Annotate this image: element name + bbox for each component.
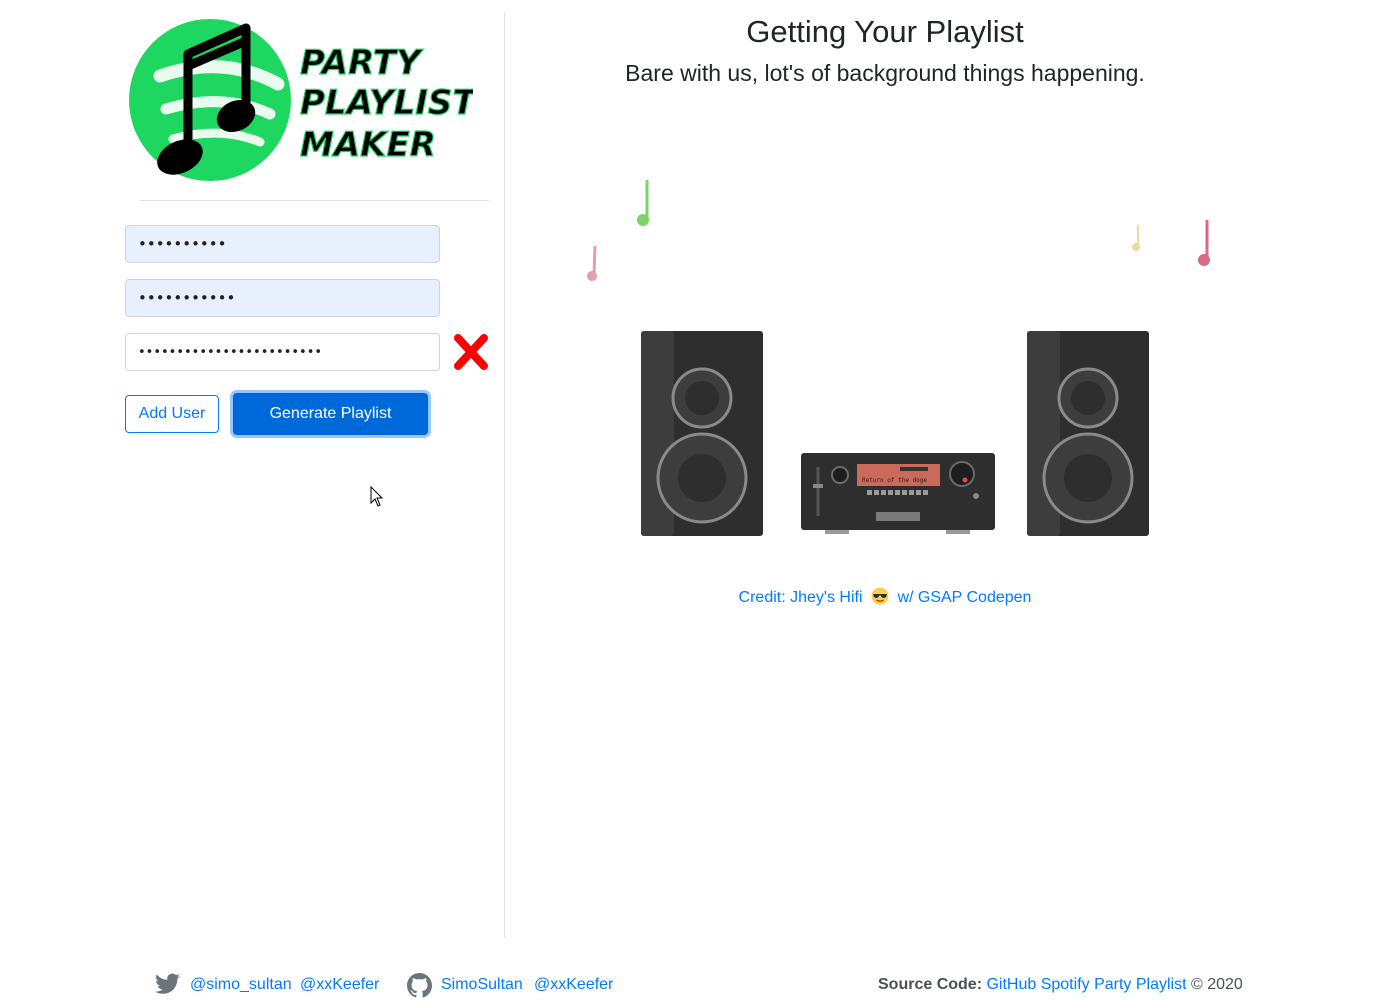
page-title: Getting Your Playlist <box>746 14 1024 49</box>
source-repo-link[interactable]: GitHub Spotify Party Playlist <box>986 976 1186 993</box>
credit-link[interactable]: Credit: Jhey's Hifi w/ GSAP Codepen <box>505 587 1265 607</box>
footer: @simo_sultan @xxKeefer SimoSultan @xxKee… <box>0 970 1400 1000</box>
masked-value: ••••••••••• <box>138 289 236 307</box>
password-input-2[interactable]: ••••••••••• <box>125 279 440 317</box>
page-subtitle: Bare with us, lot's of background things… <box>625 60 1145 86</box>
logo-line-1: PARTY <box>300 43 424 83</box>
password-input-3[interactable]: •••••••••••••••••••••••• <box>125 333 440 371</box>
masked-value: •••••••••• <box>138 235 227 253</box>
hifi-illustration: Return of the doge <box>580 170 1230 550</box>
twitter-link-keefer[interactable]: @xxKeefer <box>300 976 379 994</box>
generate-playlist-button[interactable]: Generate Playlist <box>233 393 428 435</box>
music-note-icon <box>1132 225 1140 251</box>
party-playlist-maker-logo: PARTY PLAYLIST MAKER <box>128 14 473 184</box>
source-code-credit: Source Code: GitHub Spotify Party Playli… <box>878 976 1243 994</box>
left-speaker <box>641 331 763 536</box>
display-text: Return of the doge <box>862 477 927 484</box>
github-link-keefer[interactable]: @xxKeefer <box>534 976 613 994</box>
twitter-link-simo[interactable]: @simo_sultan <box>190 976 292 994</box>
remove-user-icon[interactable] <box>452 334 490 370</box>
music-note-icon <box>587 245 597 281</box>
masked-value: •••••••••••••••••••••••• <box>138 344 323 360</box>
music-note-icon <box>637 180 649 226</box>
sunglasses-emoji-icon <box>871 587 889 605</box>
github-icon <box>407 973 433 1003</box>
add-user-button[interactable]: Add User <box>125 395 219 433</box>
logo-line-3: MAKER <box>300 125 436 165</box>
mouse-cursor-icon <box>370 485 384 513</box>
panel-divider <box>504 12 505 938</box>
credit-prefix: Credit: Jhey's Hifi <box>738 589 863 606</box>
github-link-simo[interactable]: SimoSultan <box>441 976 523 994</box>
source-label: Source Code: <box>878 976 983 993</box>
logo-divider <box>140 200 489 201</box>
music-note-icon <box>1198 220 1210 266</box>
logo-line-2: PLAYLIST <box>300 83 473 123</box>
copyright: © 2020 <box>1191 976 1243 993</box>
twitter-icon <box>155 973 180 1000</box>
credit-suffix: w/ GSAP Codepen <box>897 589 1032 606</box>
amplifier: Return of the doge <box>801 453 995 534</box>
right-speaker <box>1027 331 1149 536</box>
password-input-1[interactable]: •••••••••• <box>125 225 440 263</box>
